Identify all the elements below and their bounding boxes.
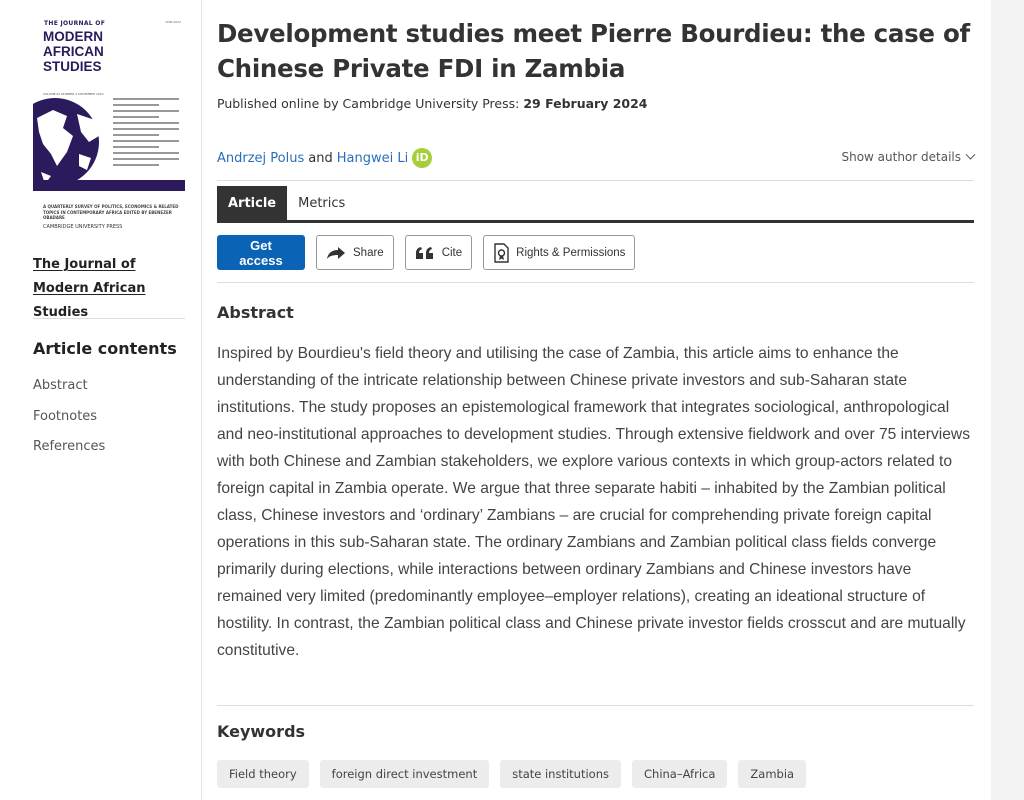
cover-publisher: CAMBRIDGE UNIVERSITY PRESS: [43, 224, 123, 230]
rights-label: Rights & Permissions: [516, 246, 626, 259]
divider: [217, 705, 974, 706]
chevron-down-icon: [965, 149, 976, 160]
keywords-heading: Keywords: [217, 722, 306, 741]
divider: [217, 282, 974, 283]
show-author-details-label: Show author details: [841, 150, 961, 164]
tab-metrics[interactable]: Metrics: [287, 186, 356, 220]
share-label: Share: [353, 246, 384, 259]
cover-title-line: MODERN: [43, 29, 103, 44]
published-label: Published online by Cambridge University…: [217, 96, 520, 111]
sidebar: ISSN 0022 THE JOURNAL OF MODERN AFRICAN …: [0, 0, 202, 800]
quote-icon: [415, 246, 435, 260]
share-button[interactable]: Share: [316, 235, 394, 270]
article-contents-title: Article contents: [33, 339, 177, 358]
authors: Andrzej Polus and Hangwei Li iD: [217, 148, 433, 168]
orcid-icon[interactable]: iD: [412, 148, 433, 168]
cite-label: Cite: [441, 246, 463, 259]
contents-item-footnotes[interactable]: Footnotes: [33, 409, 105, 440]
abstract-heading: Abstract: [217, 303, 294, 322]
cover-title-line: AFRICAN: [43, 44, 104, 59]
divider: [217, 180, 974, 181]
keyword-tag[interactable]: state institutions: [500, 760, 621, 788]
share-icon: [326, 246, 346, 260]
tab-article[interactable]: Article: [217, 186, 288, 220]
article-contents-list: Abstract Footnotes References: [33, 378, 105, 470]
journal-cover-image[interactable]: ISSN 0022 THE JOURNAL OF MODERN AFRICAN …: [33, 14, 185, 236]
show-author-details-button[interactable]: Show author details: [841, 149, 976, 164]
published-date: 29 February 2024: [523, 96, 648, 111]
contents-item-abstract[interactable]: Abstract: [33, 378, 105, 409]
globe-icon: [33, 98, 99, 186]
cover-journal-title: MODERN AFRICAN STUDIES: [43, 29, 104, 74]
cover-description: A QUARTERLY SURVEY OF POLITICS, ECONOMIC…: [43, 204, 179, 220]
cover-issn: ISSN 0022: [165, 20, 181, 24]
journal-link[interactable]: The Journal of Modern African Studies: [33, 253, 193, 325]
cover-journal-small: THE JOURNAL OF: [44, 20, 106, 27]
published-line: Published online by Cambridge University…: [217, 96, 648, 111]
keyword-tag[interactable]: China–Africa: [632, 760, 728, 788]
article-title: Development studies meet Pierre Bourdieu…: [217, 19, 970, 83]
contents-item-references[interactable]: References: [33, 439, 105, 470]
abstract-text: Inspired by Bourdieu's field theory and …: [217, 345, 970, 659]
keyword-tag[interactable]: foreign direct investment: [319, 760, 490, 788]
document-badge-icon: [493, 242, 509, 263]
right-gutter: [991, 0, 1024, 800]
cite-button[interactable]: Cite: [404, 235, 473, 270]
keywords-list: Field theory foreign direct investment s…: [217, 760, 807, 788]
cover-title-line: STUDIES: [43, 59, 102, 74]
article-tabs: Article Metrics: [217, 186, 974, 223]
get-access-button[interactable]: Get access: [217, 235, 305, 270]
divider: [33, 318, 185, 319]
action-bar: Get access Share Cite Rights & Permissio…: [217, 235, 636, 270]
keyword-tag[interactable]: Field theory: [217, 760, 309, 788]
rights-permissions-button[interactable]: Rights & Permissions: [483, 235, 636, 270]
cover-contents-lines: [113, 98, 179, 170]
cover-bar: [33, 180, 185, 191]
and-label: and: [308, 150, 333, 166]
author-link-polus[interactable]: Andrzej Polus: [217, 151, 304, 166]
keyword-tag[interactable]: Zambia: [738, 760, 807, 788]
author-link-li[interactable]: Hangwei Li: [337, 151, 408, 166]
